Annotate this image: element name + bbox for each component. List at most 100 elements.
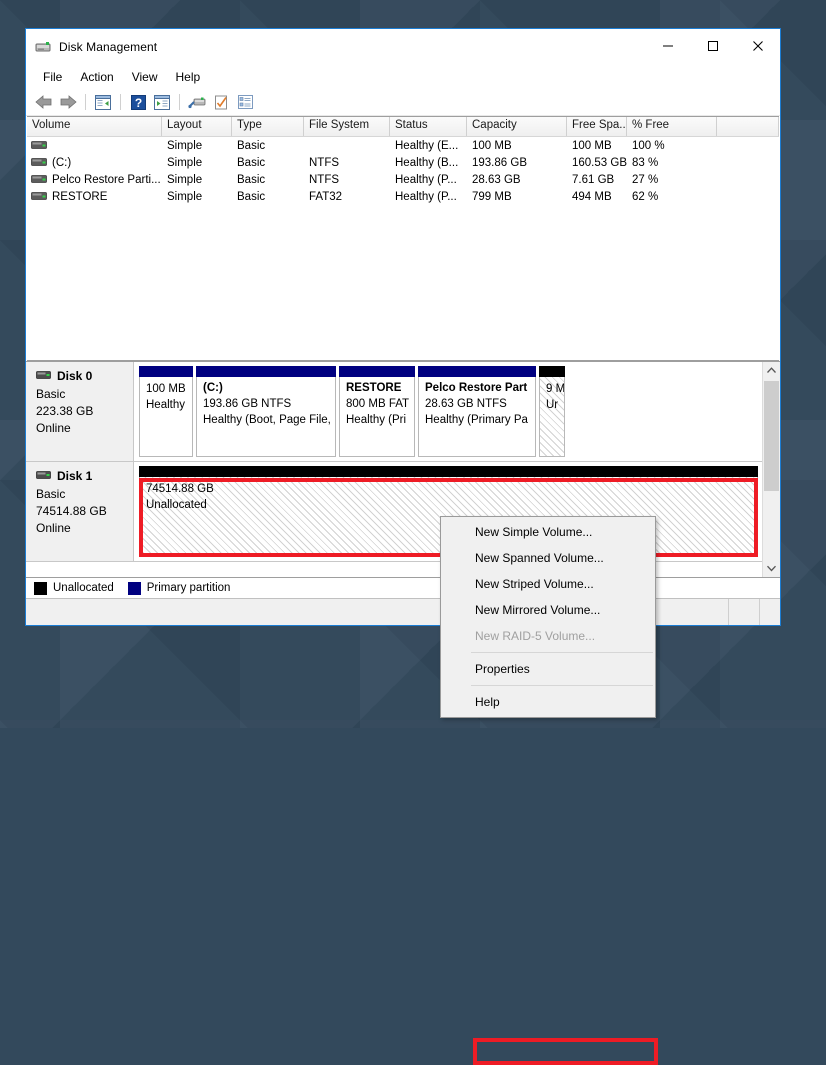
status-bar <box>26 598 780 625</box>
table-row[interactable]: Pelco Restore Parti... Simple Basic NTFS… <box>27 171 779 188</box>
context-menu-item-new-mirrored-volume[interactable]: New Mirrored Volume... <box>441 597 655 623</box>
disk0-state: Online <box>36 421 71 435</box>
partition-size: 193.86 GB NTFS <box>203 398 292 410</box>
scrollbar-track[interactable] <box>763 379 780 560</box>
partition-body: RESTORE 800 MB FAT Healthy (Pri <box>339 377 415 457</box>
menu-file[interactable]: File <box>34 67 71 87</box>
help-icon[interactable]: ? <box>126 91 150 113</box>
disk0-partition-4-unallocated[interactable]: 9 M Ur <box>539 366 565 457</box>
disk-row-disk0[interactable]: Disk 0 Basic 223.38 GB Online 100 MB Hea… <box>26 362 762 462</box>
toolbar-separator <box>120 94 121 110</box>
menubar: File Action View Help <box>26 65 780 89</box>
disk1-type: Basic <box>36 487 66 501</box>
column-header-free-space[interactable]: Free Spa... <box>567 117 627 136</box>
partition-size: 74514.88 GB <box>146 483 214 495</box>
volume-icon <box>31 174 47 185</box>
menu-help[interactable]: Help <box>167 67 210 87</box>
partition-capacity-bar <box>339 366 415 377</box>
cell-type: Basic <box>237 173 266 186</box>
disk0-partition-3[interactable]: Pelco Restore Part 28.63 GB NTFS Healthy… <box>418 366 536 457</box>
maximize-button[interactable] <box>690 29 735 63</box>
cell-status: Healthy (P... <box>395 173 457 186</box>
rescan-disks-icon[interactable] <box>185 91 209 113</box>
disk1-info[interactable]: Disk 1 Basic 74514.88 GB Online <box>26 462 134 561</box>
properties-icon[interactable] <box>209 91 233 113</box>
table-row[interactable]: Simple Basic Healthy (E... 100 MB 100 MB… <box>27 137 779 154</box>
disk1-size: 74514.88 GB <box>36 504 107 518</box>
window-controls <box>645 29 780 63</box>
cell-status: Healthy (B... <box>395 156 459 169</box>
column-header-type[interactable]: Type <box>232 117 304 136</box>
cell-type: Basic <box>237 139 266 152</box>
menu-view[interactable]: View <box>123 67 167 87</box>
partition-body: (C:) 193.86 GB NTFS Healthy (Boot, Page … <box>196 377 336 457</box>
volume-icon <box>31 191 47 202</box>
disk1-name: Disk 1 <box>57 469 93 483</box>
cell-layout: Simple <box>167 156 203 169</box>
disk-icon <box>36 469 51 483</box>
cell-capacity: 193.86 GB <box>472 156 527 169</box>
context-menu-item-new-spanned-volume[interactable]: New Spanned Volume... <box>441 545 655 571</box>
cell-volume-text: RESTORE <box>52 190 108 203</box>
partition-capacity-bar <box>196 366 336 377</box>
partition-body: 100 MB Healthy <box>139 377 193 457</box>
column-header-blank[interactable] <box>717 117 779 136</box>
column-header-status[interactable]: Status <box>390 117 467 136</box>
column-header-file-system[interactable]: File System <box>304 117 390 136</box>
disk0-partition-1[interactable]: (C:) 193.86 GB NTFS Healthy (Boot, Page … <box>196 366 336 457</box>
column-header-capacity[interactable]: Capacity <box>467 117 567 136</box>
column-header-pct-free[interactable]: % Free <box>627 117 717 136</box>
cell-volume-text: (C:) <box>52 156 72 169</box>
cell-pct-free: 83 % <box>632 156 659 169</box>
context-menu-separator <box>471 685 653 686</box>
graphical-pane-scrollbar[interactable] <box>762 362 780 577</box>
close-button[interactable] <box>735 29 780 63</box>
disk0-partition-0[interactable]: 100 MB Healthy <box>139 366 193 457</box>
disk0-type: Basic <box>36 387 66 401</box>
table-row[interactable]: RESTORE Simple Basic FAT32 Healthy (P...… <box>27 188 779 205</box>
show-action-pane-icon[interactable] <box>150 91 174 113</box>
disk1-name-row: Disk 1 <box>36 469 133 483</box>
context-menu-separator <box>471 652 653 653</box>
cell-free-space: 494 MB <box>572 190 612 203</box>
partition-body: Pelco Restore Part 28.63 GB NTFS Healthy… <box>418 377 536 457</box>
cell-type: Basic <box>237 190 266 203</box>
back-icon[interactable] <box>32 91 56 113</box>
scroll-down-arrow[interactable] <box>763 560 780 577</box>
cell-layout: Simple <box>167 190 203 203</box>
table-row[interactable]: (C:) Simple Basic NTFS Healthy (B... 193… <box>27 154 779 171</box>
disk0-partition-2[interactable]: RESTORE 800 MB FAT Healthy (Pri <box>339 366 415 457</box>
volume-list-body: Simple Basic Healthy (E... 100 MB 100 MB… <box>27 137 779 205</box>
partition-body: 9 M Ur <box>539 377 565 457</box>
forward-icon[interactable] <box>56 91 80 113</box>
context-menu-item-new-striped-volume[interactable]: New Striped Volume... <box>441 571 655 597</box>
partition-status: Healthy (Pri <box>346 414 407 426</box>
scroll-up-arrow[interactable] <box>763 362 780 379</box>
context-menu-item-new-simple-volume[interactable]: New Simple Volume... <box>441 519 655 545</box>
partition-size: 100 MB <box>146 383 186 395</box>
partition-title: Pelco Restore Part <box>425 382 528 394</box>
disk0-info[interactable]: Disk 0 Basic 223.38 GB Online <box>26 362 134 461</box>
context-menu-item-properties[interactable]: Properties <box>441 656 655 682</box>
partition-capacity-bar <box>139 466 758 477</box>
partition-status: Unallocated <box>146 499 207 511</box>
cell-volume: Pelco Restore Parti... <box>27 174 162 186</box>
cell-capacity: 100 MB <box>472 139 512 152</box>
cell-type: Basic <box>237 156 266 169</box>
context-menu-item-help[interactable]: Help <box>441 689 655 715</box>
column-header-layout[interactable]: Layout <box>162 117 232 136</box>
menu-action[interactable]: Action <box>71 67 122 87</box>
context-menu-item-new-raid5-volume: New RAID-5 Volume... <box>475 629 596 643</box>
minimize-button[interactable] <box>645 29 690 63</box>
column-header-volume[interactable]: Volume <box>27 117 162 136</box>
show-hide-console-tree-icon[interactable] <box>91 91 115 113</box>
window-titlebar[interactable]: Disk Management <box>26 29 780 65</box>
partition-capacity-bar <box>139 366 193 377</box>
cell-layout: Simple <box>167 173 203 186</box>
list-view-icon[interactable] <box>233 91 257 113</box>
disk0-name: Disk 0 <box>57 369 93 383</box>
cell-file-system: FAT32 <box>309 190 343 203</box>
partition-size: 9 M <box>546 383 565 395</box>
disk-management-window: Disk Management File Action View Help ? … <box>25 28 781 626</box>
scrollbar-thumb[interactable] <box>764 381 779 491</box>
